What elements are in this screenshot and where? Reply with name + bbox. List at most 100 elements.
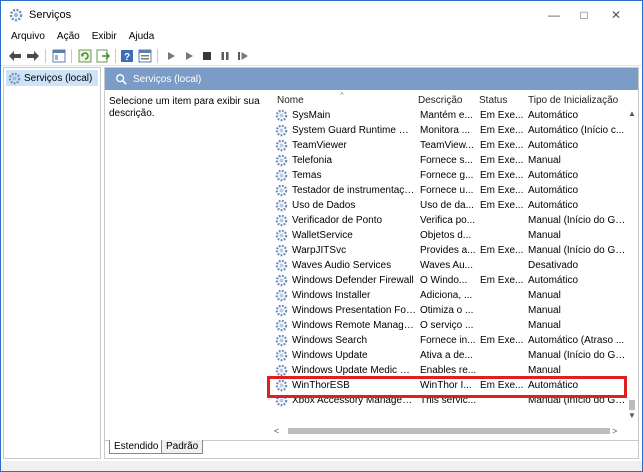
play-icon bbox=[168, 52, 175, 60]
service-gear-icon bbox=[275, 289, 288, 302]
service-name: Windows Search bbox=[292, 335, 368, 346]
column-header-startup-type[interactable]: Tipo de Inicialização bbox=[528, 90, 618, 108]
start-service-alt-button[interactable] bbox=[181, 48, 197, 64]
service-startup-type: Automático (Atraso ... bbox=[528, 335, 625, 346]
highlight-annotation bbox=[267, 376, 627, 398]
help-button[interactable]: ? bbox=[119, 48, 135, 64]
table-row[interactable]: Windows Defender Firewall O Windo... Em Ex… bbox=[272, 273, 626, 288]
properties-icon bbox=[138, 49, 152, 63]
table-row[interactable]: Testador de instrumentação... Fornece u..… bbox=[272, 183, 626, 198]
service-name: WarpJITSvc bbox=[292, 245, 347, 256]
column-header-name[interactable]: Nome bbox=[277, 90, 304, 108]
service-status: Em Exe... bbox=[480, 140, 524, 151]
column-header-description[interactable]: Descrição bbox=[418, 90, 462, 108]
service-status bbox=[480, 303, 526, 318]
service-name: Windows Defender Firewall bbox=[292, 275, 414, 286]
service-gear-icon bbox=[275, 199, 288, 212]
table-row[interactable]: Waves Audio Services Waves Au... Desativad… bbox=[272, 258, 626, 273]
table-row[interactable]: Verificador de Ponto Verifica po... Manual… bbox=[272, 213, 626, 228]
menu-acao[interactable]: Ação bbox=[51, 29, 86, 45]
service-name: Windows Remote Manage... bbox=[292, 320, 416, 331]
service-name: SysMain bbox=[292, 110, 331, 121]
service-description-cell: Mantém e... bbox=[420, 110, 473, 121]
column-header-name-label: Nome bbox=[277, 95, 304, 106]
table-row[interactable]: SysMain Mantém e... Em Exe... Automático bbox=[272, 108, 626, 123]
stop-service-button[interactable] bbox=[199, 48, 215, 64]
export-list-button[interactable] bbox=[95, 48, 111, 64]
service-name: Temas bbox=[292, 170, 322, 181]
service-gear-icon bbox=[275, 169, 288, 182]
service-description-cell: Provides a... bbox=[420, 245, 476, 256]
close-button[interactable]: ✕ bbox=[601, 5, 631, 25]
column-header-status[interactable]: Status bbox=[479, 90, 507, 108]
table-row[interactable]: Temas Fornece g... Em Exe... Automático bbox=[272, 168, 626, 183]
start-service-button[interactable] bbox=[163, 48, 179, 64]
table-row[interactable]: Windows Installer Adiciona, ... Manual bbox=[272, 288, 626, 303]
service-gear-icon bbox=[275, 139, 288, 152]
service-description-cell: Otimiza o ... bbox=[420, 305, 474, 316]
menu-ajuda[interactable]: Ajuda bbox=[123, 29, 161, 45]
refresh-button[interactable] bbox=[77, 48, 93, 64]
show-hide-tree-button[interactable] bbox=[51, 48, 67, 64]
service-gear-icon bbox=[275, 109, 288, 122]
menu-exibir[interactable]: Exibir bbox=[86, 29, 123, 45]
table-row[interactable]: System Guard Runtime Mo... Monitora ... Em… bbox=[272, 123, 626, 138]
toolbar-separator bbox=[71, 49, 72, 63]
table-row[interactable]: Windows Search Fornece in... Em Exe... Auto… bbox=[272, 333, 626, 348]
forward-button[interactable] bbox=[25, 48, 41, 64]
service-description-cell: Fornece u... bbox=[420, 185, 474, 196]
table-row[interactable]: WalletService Objetos d... Manual bbox=[272, 228, 626, 243]
pause-service-button[interactable] bbox=[217, 48, 233, 64]
service-startup-type: Manual bbox=[528, 155, 561, 166]
service-description-cell: O Windo... bbox=[420, 275, 468, 286]
horizontal-scrollbar[interactable]: < > bbox=[272, 424, 638, 438]
service-description-cell: Uso de da... bbox=[420, 200, 474, 211]
table-row[interactable]: TeamViewer TeamView... Em Exe... Automático bbox=[272, 138, 626, 153]
menu-arquivo[interactable]: Arquivo bbox=[1, 29, 51, 45]
menu-bar: Arquivo Ação Exibir Ajuda bbox=[1, 29, 642, 45]
service-description-cell: Adiciona, ... bbox=[420, 290, 473, 301]
restart-service-button[interactable] bbox=[235, 48, 251, 64]
service-gear-icon bbox=[275, 334, 288, 347]
forward-arrow-icon bbox=[27, 51, 39, 61]
maximize-button[interactable]: □ bbox=[569, 5, 599, 25]
scroll-left-arrow-icon[interactable]: < bbox=[274, 424, 286, 438]
service-status: Em Exe... bbox=[480, 155, 524, 166]
service-description-cell: Waves Au... bbox=[420, 260, 473, 271]
service-startup-type: Manual bbox=[528, 320, 561, 331]
table-row[interactable]: WarpJITSvc Provides a... Em Exe... Manual (… bbox=[272, 243, 626, 258]
table-row[interactable]: Windows Presentation Fou... Otimiza o ...… bbox=[272, 303, 626, 318]
tab-standard[interactable]: Padrão bbox=[161, 440, 204, 454]
service-startup-type: Automático bbox=[528, 140, 579, 151]
service-status: Em Exe... bbox=[480, 125, 524, 136]
services-gear-icon bbox=[8, 72, 21, 84]
vertical-scroll-thumb[interactable] bbox=[629, 400, 635, 410]
table-row[interactable]: Windows Remote Manage... O serviço ... Man… bbox=[272, 318, 626, 333]
horizontal-scroll-thumb[interactable] bbox=[288, 428, 610, 434]
sort-ascending-icon: ^ bbox=[340, 91, 344, 100]
tab-extended[interactable]: Estendido bbox=[109, 440, 164, 454]
service-name: Verificador de Ponto bbox=[292, 215, 383, 226]
service-status bbox=[480, 318, 526, 333]
service-description-cell: O serviço ... bbox=[420, 320, 474, 331]
play-icon bbox=[186, 52, 193, 60]
minimize-button[interactable]: — bbox=[539, 5, 569, 25]
service-description-cell: Fornece g... bbox=[420, 170, 474, 181]
table-row[interactable]: Uso de Dados Uso de da... Em Exe... Automát… bbox=[272, 198, 626, 213]
scroll-right-arrow-icon[interactable]: > bbox=[612, 424, 624, 438]
table-row[interactable]: Telefonia Fornece s... Em Exe... Manual bbox=[272, 153, 626, 168]
vertical-scrollbar[interactable]: ▲ ▼ bbox=[626, 108, 638, 422]
scroll-down-arrow-icon[interactable]: ▼ bbox=[626, 410, 638, 422]
service-gear-icon bbox=[275, 214, 288, 227]
service-description-cell: Ativa a de... bbox=[420, 350, 473, 361]
properties-button[interactable] bbox=[137, 48, 153, 64]
tree-item-services-local[interactable]: Serviços (local) bbox=[6, 70, 98, 86]
back-button[interactable] bbox=[7, 48, 23, 64]
service-startup-type: Automático bbox=[528, 170, 579, 181]
scroll-up-arrow-icon[interactable]: ▲ bbox=[626, 108, 638, 120]
svg-text:?: ? bbox=[124, 52, 130, 63]
pause-icon bbox=[221, 52, 229, 60]
pane-header: Serviços (local) bbox=[105, 68, 638, 90]
service-status bbox=[480, 228, 526, 243]
table-row[interactable]: Windows Update Ativa a de... Manual (Iníci… bbox=[272, 348, 626, 363]
